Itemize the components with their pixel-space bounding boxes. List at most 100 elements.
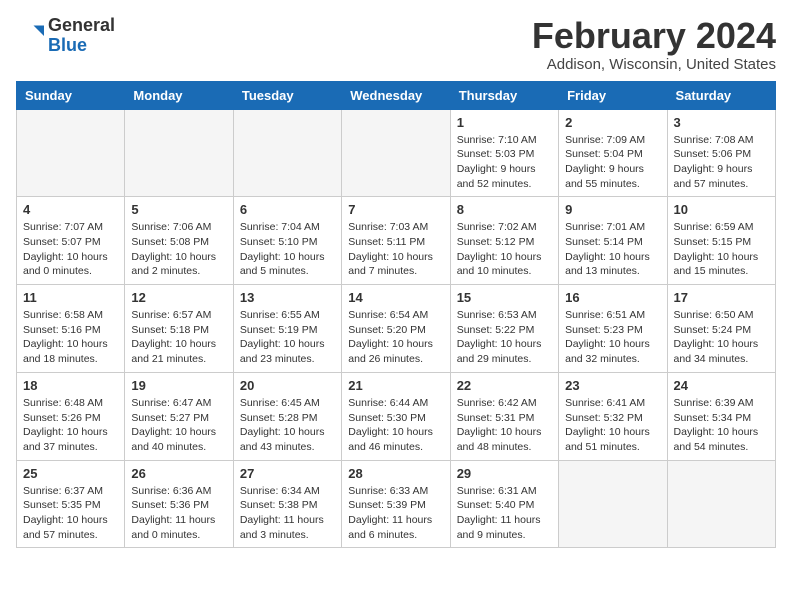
calendar-cell xyxy=(233,109,341,197)
day-info: Sunrise: 6:31 AM Sunset: 5:40 PM Dayligh… xyxy=(457,484,552,543)
day-info: Sunrise: 6:47 AM Sunset: 5:27 PM Dayligh… xyxy=(131,396,226,455)
weekday-header-sunday: Sunday xyxy=(17,81,125,109)
logo-general: General xyxy=(48,15,115,35)
calendar-cell: 9 Sunrise: 7:01 AM Sunset: 5:14 PM Daylig… xyxy=(559,197,667,285)
calendar-cell: 16 Sunrise: 6:51 AM Sunset: 5:23 PM Dayli… xyxy=(559,285,667,373)
calendar-cell: 6 Sunrise: 7:04 AM Sunset: 5:10 PM Daylig… xyxy=(233,197,341,285)
calendar-cell xyxy=(342,109,450,197)
month-title: February 2024 xyxy=(532,16,776,56)
calendar-cell xyxy=(559,460,667,548)
day-info: Sunrise: 7:01 AM Sunset: 5:14 PM Dayligh… xyxy=(565,220,660,279)
day-number: 25 xyxy=(23,466,118,481)
calendar-cell: 14 Sunrise: 6:54 AM Sunset: 5:20 PM Dayli… xyxy=(342,285,450,373)
day-number: 11 xyxy=(23,290,118,305)
day-number: 26 xyxy=(131,466,226,481)
logo-text: General Blue xyxy=(48,16,115,56)
calendar-cell: 24Sunrise: 6:39 AM Sunset: 5:34 PM Dayli… xyxy=(667,372,775,460)
day-info: Sunrise: 7:08 AM Sunset: 5:06 PM Dayligh… xyxy=(674,133,769,192)
day-info: Sunrise: 6:48 AM Sunset: 5:26 PM Dayligh… xyxy=(23,396,118,455)
day-info: Sunrise: 6:59 AM Sunset: 5:15 PM Dayligh… xyxy=(674,220,769,279)
day-info: Sunrise: 7:09 AM Sunset: 5:04 PM Dayligh… xyxy=(565,133,660,192)
calendar-cell: 8 Sunrise: 7:02 AM Sunset: 5:12 PM Daylig… xyxy=(450,197,558,285)
day-info: Sunrise: 6:34 AM Sunset: 5:38 PM Dayligh… xyxy=(240,484,335,543)
day-info: Sunrise: 6:44 AM Sunset: 5:30 PM Dayligh… xyxy=(348,396,443,455)
logo: General Blue xyxy=(16,16,115,56)
day-info: Sunrise: 6:42 AM Sunset: 5:31 PM Dayligh… xyxy=(457,396,552,455)
calendar-cell: 3 Sunrise: 7:08 AM Sunset: 5:06 PM Daylig… xyxy=(667,109,775,197)
day-number: 27 xyxy=(240,466,335,481)
calendar-cell: 20 Sunrise: 6:45 AM Sunset: 5:28 PM Dayli… xyxy=(233,372,341,460)
day-info: Sunrise: 7:04 AM Sunset: 5:10 PM Dayligh… xyxy=(240,220,335,279)
day-info: Sunrise: 6:37 AM Sunset: 5:35 PM Dayligh… xyxy=(23,484,118,543)
day-number: 14 xyxy=(348,290,443,305)
calendar-cell: 2 Sunrise: 7:09 AM Sunset: 5:04 PM Daylig… xyxy=(559,109,667,197)
calendar-cell: 23Sunrise: 6:41 AM Sunset: 5:32 PM Dayli… xyxy=(559,372,667,460)
day-info: Sunrise: 7:02 AM Sunset: 5:12 PM Dayligh… xyxy=(457,220,552,279)
weekday-header-monday: Monday xyxy=(125,81,233,109)
day-info: Sunrise: 6:51 AM Sunset: 5:23 PM Dayligh… xyxy=(565,308,660,367)
day-number: 6 xyxy=(240,202,335,217)
weekday-header-wednesday: Wednesday xyxy=(342,81,450,109)
day-number: 21 xyxy=(348,378,443,393)
calendar-cell: 12Sunrise: 6:57 AM Sunset: 5:18 PM Dayli… xyxy=(125,285,233,373)
day-number: 3 xyxy=(674,115,769,130)
calendar-cell: 5Sunrise: 7:06 AM Sunset: 5:08 PM Daylig… xyxy=(125,197,233,285)
logo-blue: Blue xyxy=(48,35,87,55)
day-info: Sunrise: 6:36 AM Sunset: 5:36 PM Dayligh… xyxy=(131,484,226,543)
weekday-header-thursday: Thursday xyxy=(450,81,558,109)
calendar-cell: 10 Sunrise: 6:59 AM Sunset: 5:15 PM Dayli… xyxy=(667,197,775,285)
calendar-cell: 28Sunrise: 6:33 AM Sunset: 5:39 PM Dayli… xyxy=(342,460,450,548)
day-number: 8 xyxy=(457,202,552,217)
day-number: 2 xyxy=(565,115,660,130)
calendar-cell: 15 Sunrise: 6:53 AM Sunset: 5:22 PM Dayli… xyxy=(450,285,558,373)
day-number: 1 xyxy=(457,115,552,130)
day-info: Sunrise: 7:03 AM Sunset: 5:11 PM Dayligh… xyxy=(348,220,443,279)
calendar-cell: 21 Sunrise: 6:44 AM Sunset: 5:30 PM Dayli… xyxy=(342,372,450,460)
day-number: 15 xyxy=(457,290,552,305)
day-info: Sunrise: 6:54 AM Sunset: 5:20 PM Dayligh… xyxy=(348,308,443,367)
calendar-cell: 22 Sunrise: 6:42 AM Sunset: 5:31 PM Dayli… xyxy=(450,372,558,460)
title-area: February 2024 Addison, Wisconsin, United… xyxy=(532,16,776,73)
day-number: 20 xyxy=(240,378,335,393)
day-number: 7 xyxy=(348,202,443,217)
day-number: 24 xyxy=(674,378,769,393)
calendar-cell: 26 Sunrise: 6:36 AM Sunset: 5:36 PM Dayli… xyxy=(125,460,233,548)
day-info: Sunrise: 7:07 AM Sunset: 5:07 PM Dayligh… xyxy=(23,220,118,279)
weekday-header-friday: Friday xyxy=(559,81,667,109)
day-number: 10 xyxy=(674,202,769,217)
week-row-4: 18 Sunrise: 6:48 AM Sunset: 5:26 PM Dayli… xyxy=(17,372,776,460)
page-header: General Blue February 2024 Addison, Wisc… xyxy=(16,16,776,73)
calendar-cell: 29 Sunrise: 6:31 AM Sunset: 5:40 PM Dayli… xyxy=(450,460,558,548)
calendar-cell xyxy=(125,109,233,197)
day-info: Sunrise: 6:53 AM Sunset: 5:22 PM Dayligh… xyxy=(457,308,552,367)
week-row-3: 11Sunrise: 6:58 AM Sunset: 5:16 PM Dayli… xyxy=(17,285,776,373)
day-number: 12 xyxy=(131,290,226,305)
day-number: 23 xyxy=(565,378,660,393)
day-info: Sunrise: 6:45 AM Sunset: 5:28 PM Dayligh… xyxy=(240,396,335,455)
weekday-header-tuesday: Tuesday xyxy=(233,81,341,109)
day-info: Sunrise: 7:10 AM Sunset: 5:03 PM Dayligh… xyxy=(457,133,552,192)
week-row-5: 25 Sunrise: 6:37 AM Sunset: 5:35 PM Dayli… xyxy=(17,460,776,548)
day-info: Sunrise: 6:50 AM Sunset: 5:24 PM Dayligh… xyxy=(674,308,769,367)
calendar-cell xyxy=(17,109,125,197)
day-number: 19 xyxy=(131,378,226,393)
calendar-table: SundayMondayTuesdayWednesdayThursdayFrid… xyxy=(16,81,776,549)
calendar-cell: 13Sunrise: 6:55 AM Sunset: 5:19 PM Dayli… xyxy=(233,285,341,373)
day-number: 9 xyxy=(565,202,660,217)
week-row-2: 4 Sunrise: 7:07 AM Sunset: 5:07 PM Daylig… xyxy=(17,197,776,285)
day-number: 29 xyxy=(457,466,552,481)
calendar-cell: 4 Sunrise: 7:07 AM Sunset: 5:07 PM Daylig… xyxy=(17,197,125,285)
calendar-cell: 1 Sunrise: 7:10 AM Sunset: 5:03 PM Daylig… xyxy=(450,109,558,197)
week-row-1: 1 Sunrise: 7:10 AM Sunset: 5:03 PM Daylig… xyxy=(17,109,776,197)
day-number: 4 xyxy=(23,202,118,217)
weekday-header-row: SundayMondayTuesdayWednesdayThursdayFrid… xyxy=(17,81,776,109)
day-number: 13 xyxy=(240,290,335,305)
calendar-cell: 27 Sunrise: 6:34 AM Sunset: 5:38 PM Dayli… xyxy=(233,460,341,548)
calendar-cell xyxy=(667,460,775,548)
day-number: 22 xyxy=(457,378,552,393)
day-number: 16 xyxy=(565,290,660,305)
day-number: 18 xyxy=(23,378,118,393)
calendar-cell: 11Sunrise: 6:58 AM Sunset: 5:16 PM Dayli… xyxy=(17,285,125,373)
day-number: 17 xyxy=(674,290,769,305)
calendar-cell: 7 Sunrise: 7:03 AM Sunset: 5:11 PM Daylig… xyxy=(342,197,450,285)
